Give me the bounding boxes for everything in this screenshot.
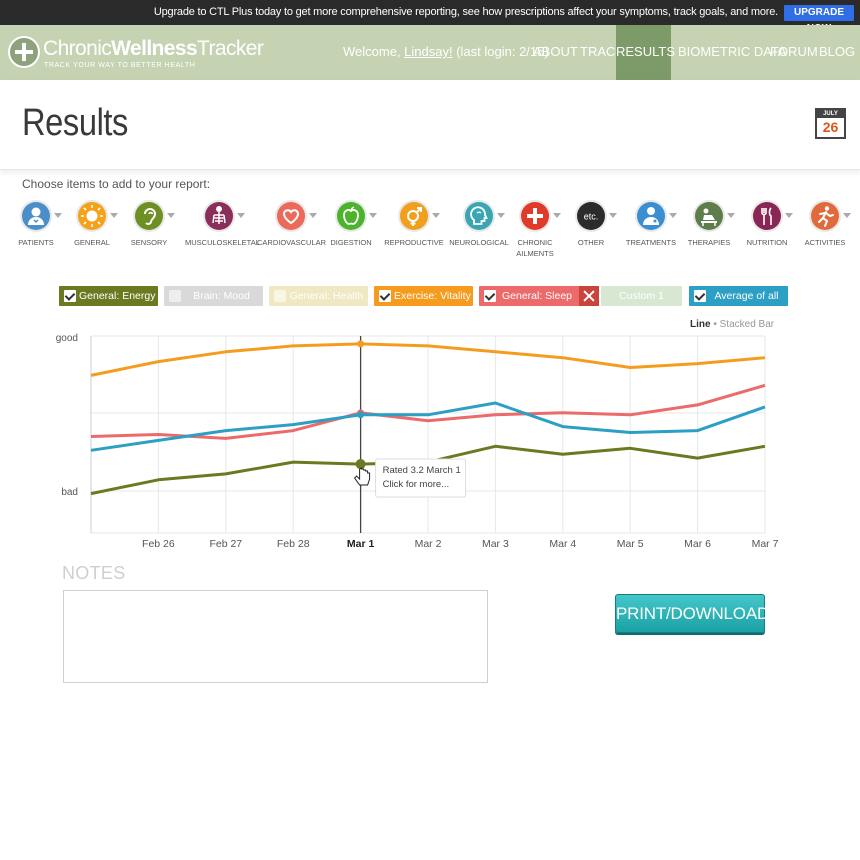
chevron-down-icon[interactable] [369, 213, 377, 218]
category-therapies[interactable]: THERAPIES [688, 202, 755, 262]
patient-icon [22, 202, 50, 230]
chevron-down-icon[interactable] [309, 213, 317, 218]
close-icon[interactable] [579, 286, 599, 306]
checkbox-checked-icon[interactable] [64, 290, 76, 302]
category-reproductive[interactable]: REPRODUCTIVE [384, 202, 460, 262]
checkbox-checked-icon[interactable] [379, 290, 391, 302]
nav-forum[interactable]: Forum [770, 25, 818, 80]
checkbox-unchecked-icon[interactable] [274, 290, 286, 302]
category-chronic-ailments[interactable]: CHRONIC AILMENTS [516, 202, 581, 262]
apple-icon [337, 202, 365, 230]
site-header: ChronicWellnessTracker TRACK YOUR WAY TO… [0, 25, 860, 80]
massage-icon [695, 202, 723, 230]
sun-icon [78, 202, 106, 230]
upgrade-bar: Upgrade to CTL Plus today to get more co… [0, 0, 860, 34]
x-tick-label: Mar 3 [482, 538, 509, 550]
tooltip-line-2: Click for more... [383, 479, 450, 490]
y-tick-label: bad [61, 487, 78, 498]
legend-brain-mood[interactable]: Brain: Mood [164, 286, 263, 306]
category-general[interactable]: GENERAL [74, 202, 138, 262]
x-tick-label: Feb 28 [277, 538, 310, 550]
category-activities[interactable]: ACTIVITIES [805, 202, 860, 262]
upgrade-now-button[interactable]: UPGRADE NOW [784, 5, 854, 34]
nav-blog[interactable]: Blog [819, 25, 855, 80]
category-other[interactable]: etc. OTHER [577, 202, 637, 262]
nav-results[interactable]: Results [616, 25, 675, 80]
data-point-marker [355, 459, 366, 470]
category-treatments[interactable]: TREATMENTS [626, 202, 697, 262]
utensils-icon [753, 202, 781, 230]
logo-wordmark[interactable]: ChronicWellnessTracker [43, 37, 264, 61]
category-cardiovascular[interactable]: CARDIOVASCULAR [257, 202, 337, 262]
x-tick-label: Mar 7 [752, 538, 779, 550]
chevron-down-icon[interactable] [54, 213, 62, 218]
results-line-chart[interactable]: good bad Feb 26 Feb 27 Feb 28 Mar 1 Mar 2 Mar 3… [0, 320, 860, 560]
x-tick-label: Mar 2 [415, 538, 442, 550]
checkbox-checked-icon[interactable] [484, 290, 496, 302]
etc-icon: etc. [577, 202, 605, 230]
notes-input[interactable] [63, 590, 488, 683]
logo-cross-icon[interactable] [8, 36, 40, 68]
logo-tagline: TRACK YOUR WAY TO BETTER HEALTH [44, 62, 196, 69]
x-tick-label: Feb 27 [209, 538, 242, 550]
data-point-marker [357, 411, 365, 419]
checkbox-unchecked-icon[interactable] [169, 290, 181, 302]
gender-icon [400, 202, 428, 230]
x-tick-label: Feb 26 [142, 538, 175, 550]
legend-average-of-all[interactable]: Average of all [689, 286, 788, 306]
chevron-down-icon[interactable] [553, 213, 561, 218]
x-tick-label: Mar 4 [549, 538, 576, 550]
data-point-marker [357, 340, 365, 348]
notes-title: NOTES [62, 563, 126, 583]
chevron-down-icon[interactable] [110, 213, 118, 218]
brain-icon [465, 202, 493, 230]
checkbox-checked-icon[interactable] [694, 290, 706, 302]
chevron-down-icon[interactable] [785, 213, 793, 218]
cross-icon [521, 202, 549, 230]
calendar-icon[interactable]: JULY 26 [815, 108, 846, 139]
doctor-icon [637, 202, 665, 230]
y-tick-label: good [56, 333, 78, 344]
upgrade-message: Upgrade to CTL Plus today to get more co… [153, 6, 778, 18]
nav-about[interactable]: About [533, 25, 578, 80]
legend-general-sleep[interactable]: General: Sleep [479, 286, 599, 306]
tooltip-line-1: Rated 3.2 March 1 [383, 465, 461, 476]
hand-cursor-icon [353, 467, 371, 486]
choose-items-label: Choose items to add to your report: [22, 177, 211, 191]
ear-icon [135, 202, 163, 230]
x-tick-label: Mar 5 [617, 538, 644, 550]
chevron-down-icon[interactable] [669, 213, 677, 218]
heart-icon [277, 202, 305, 230]
category-sensory[interactable]: SENSORY [131, 202, 195, 262]
category-nutrition[interactable]: NUTRITION [747, 202, 813, 262]
calendar-day: 26 [822, 119, 839, 135]
legend-general-health[interactable]: General: Health [269, 286, 368, 306]
calendar-month: JULY [817, 110, 844, 118]
legend-general-energy[interactable]: General: Energy [59, 286, 158, 306]
chevron-down-icon[interactable] [167, 213, 175, 218]
runner-icon [811, 202, 839, 230]
chevron-down-icon[interactable] [432, 213, 440, 218]
svg-text:etc.: etc. [584, 212, 599, 222]
legend-exercise-vitality[interactable]: Exercise: Vitality [374, 286, 473, 306]
welcome-message: Welcome, Lindsay! (last login: 2/15) [343, 44, 549, 59]
chevron-down-icon[interactable] [843, 213, 851, 218]
chevron-down-icon[interactable] [727, 213, 735, 218]
chevron-down-icon[interactable] [609, 213, 617, 218]
category-digestion[interactable]: DIGESTION [330, 202, 397, 262]
user-name-link[interactable]: Lindsay! [404, 44, 452, 59]
chevron-down-icon[interactable] [497, 213, 505, 218]
chevron-down-icon[interactable] [237, 213, 245, 218]
category-musculoskeletal[interactable]: MUSCULOSKELETAL [185, 202, 265, 262]
page-title-bar: Results JULY 26 [0, 80, 860, 170]
x-tick-label: Mar 1 [347, 538, 375, 550]
category-patients[interactable]: PATIENTS [18, 202, 82, 262]
x-tick-label: Mar 6 [684, 538, 711, 550]
print-download-button[interactable]: PRINT/DOWNLOAD [615, 594, 769, 633]
page-title: Results [22, 102, 128, 144]
skeleton-icon [205, 202, 233, 230]
legend-custom-1[interactable]: Custom 1 [601, 286, 682, 306]
